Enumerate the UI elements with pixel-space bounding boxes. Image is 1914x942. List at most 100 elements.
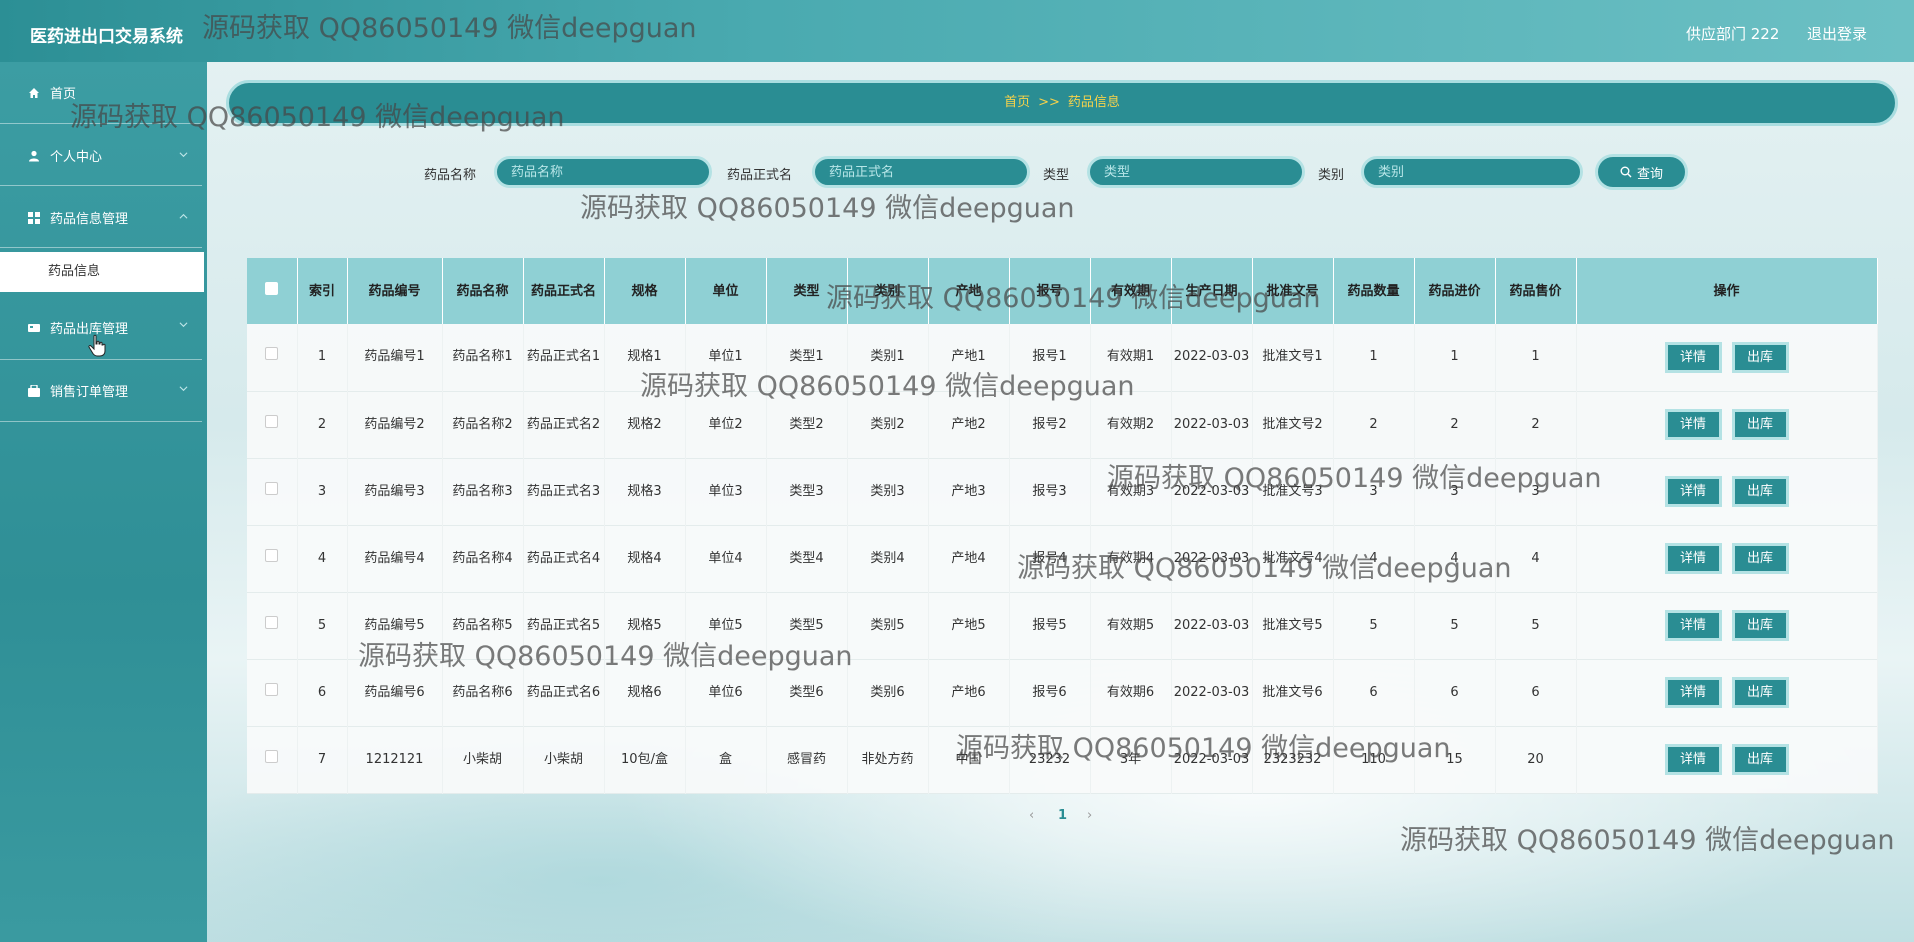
pagination-page-1[interactable]: 1	[1058, 808, 1067, 823]
sidebar-subitem-drug-info[interactable]: 药品信息	[0, 252, 204, 292]
table-cell: 规格6	[604, 659, 686, 726]
column-header: 索引	[297, 258, 348, 324]
row-checkbox[interactable]	[247, 659, 298, 726]
search-label-category: 类别	[1318, 168, 1345, 183]
table-cell: 2022-03-03	[1171, 458, 1253, 525]
table-cell: 2	[1333, 391, 1415, 458]
table-cell: 规格3	[604, 458, 686, 525]
search-input-type[interactable]	[1087, 156, 1305, 188]
detail-button[interactable]: 详情	[1664, 744, 1722, 775]
table-cell: 药品正式名5	[523, 592, 605, 659]
table-cell: 小柴胡	[523, 726, 605, 793]
search-label-formal-name: 药品正式名	[727, 168, 793, 183]
column-header: 药品编号	[347, 258, 443, 324]
detail-button[interactable]: 详情	[1664, 543, 1722, 574]
sidebar-item-drug-info[interactable]: 药品信息管理	[0, 188, 202, 248]
pagination-prev[interactable]: ‹	[1029, 808, 1034, 823]
table-cell: 药品正式名2	[523, 391, 605, 458]
search-input-formal-name[interactable]	[812, 156, 1030, 188]
column-header: 报号	[1009, 258, 1091, 324]
table-cell: 2323232	[1252, 726, 1334, 793]
search-button[interactable]: 查询	[1595, 154, 1688, 190]
column-header: 规格	[604, 258, 686, 324]
table-cell: 6	[1414, 659, 1496, 726]
table-cell: 4	[1333, 525, 1415, 592]
table-cell: 批准文号5	[1252, 592, 1334, 659]
grid-icon	[28, 211, 40, 224]
sidebar-item-sales-order[interactable]: 销售订单管理	[0, 360, 202, 422]
sidebar-item-label: 个人中心	[50, 150, 103, 165]
outbound-button[interactable]: 出库	[1731, 543, 1789, 574]
table-cell: 药品名称3	[442, 458, 524, 525]
row-actions: 详情 出库	[1576, 324, 1878, 391]
sidebar-item-personal[interactable]: 个人中心	[0, 126, 202, 186]
table-cell: 类别6	[847, 659, 929, 726]
table-cell: 5	[1414, 592, 1496, 659]
table-cell: 盒	[685, 726, 767, 793]
outbound-button[interactable]: 出库	[1731, 476, 1789, 507]
row-actions: 详情 出库	[1576, 726, 1878, 793]
table-cell: 报号2	[1009, 391, 1091, 458]
outbound-button[interactable]: 出库	[1731, 409, 1789, 440]
column-header: 类型	[766, 258, 848, 324]
search-input-category[interactable]	[1361, 156, 1583, 188]
detail-button[interactable]: 详情	[1664, 610, 1722, 641]
outbound-button[interactable]: 出库	[1731, 341, 1789, 373]
breadcrumb-home[interactable]: 首页	[1004, 95, 1030, 110]
table-cell: 药品正式名4	[523, 525, 605, 592]
table-cell: 7	[297, 726, 348, 793]
table-cell: 5	[1495, 592, 1577, 659]
watermark: 源码获取 QQ86050149 微信deepguan	[1400, 825, 1895, 856]
sidebar-item-label: 药品信息管理	[50, 212, 129, 227]
table-cell: 20	[1495, 726, 1577, 793]
breadcrumb: 首页 >> 药品信息	[226, 80, 1898, 126]
table-cell: 4	[1495, 525, 1577, 592]
table-cell: 小柴胡	[442, 726, 524, 793]
sidebar-item-label: 首页	[50, 87, 77, 102]
table-cell: 3	[297, 458, 348, 525]
sidebar-item-home[interactable]: 首页	[0, 62, 202, 124]
search-input-name[interactable]	[494, 156, 712, 188]
table-cell: 批准文号6	[1252, 659, 1334, 726]
column-header: 生产日期	[1171, 258, 1253, 324]
table-cell: 规格5	[604, 592, 686, 659]
row-checkbox[interactable]	[247, 592, 298, 659]
outbound-button[interactable]: 出库	[1731, 610, 1789, 641]
user-name[interactable]: 供应部门 222	[1686, 23, 1779, 44]
table-cell: 类型3	[766, 458, 848, 525]
table-cell: 有效期5	[1090, 592, 1172, 659]
row-checkbox[interactable]	[247, 458, 298, 525]
table-cell: 规格1	[604, 324, 686, 391]
table-cell: 批准文号1	[1252, 324, 1334, 391]
table-cell: 报号6	[1009, 659, 1091, 726]
detail-button[interactable]: 详情	[1664, 677, 1722, 708]
pagination-next[interactable]: ›	[1087, 808, 1092, 823]
table-cell: 3	[1495, 458, 1577, 525]
detail-button[interactable]: 详情	[1664, 409, 1722, 440]
row-checkbox[interactable]	[247, 726, 298, 793]
table-cell: 有效期4	[1090, 525, 1172, 592]
table-cell: 有效期6	[1090, 659, 1172, 726]
detail-button[interactable]: 详情	[1664, 341, 1722, 373]
row-checkbox[interactable]	[247, 391, 298, 458]
table-cell: 2022-03-03	[1171, 525, 1253, 592]
select-all-checkbox[interactable]	[247, 258, 298, 324]
table-cell: 有效期3	[1090, 458, 1172, 525]
table-cell: 2	[297, 391, 348, 458]
outbound-button[interactable]: 出库	[1731, 677, 1789, 708]
column-header: 批准文号	[1252, 258, 1334, 324]
table-cell: 2022-03-03	[1171, 659, 1253, 726]
outbound-button[interactable]: 出库	[1731, 744, 1789, 775]
table-cell: 报号5	[1009, 592, 1091, 659]
table-cell: 药品名称6	[442, 659, 524, 726]
app-title: 医药进出口交易系统	[30, 27, 183, 47]
detail-button[interactable]: 详情	[1664, 476, 1722, 507]
table-cell: 批准文号2	[1252, 391, 1334, 458]
row-checkbox[interactable]	[247, 324, 298, 391]
column-header: 药品进价	[1414, 258, 1496, 324]
logout-button[interactable]: 退出登录	[1807, 23, 1867, 44]
table-cell: 药品编号6	[347, 659, 443, 726]
table-cell: 药品名称2	[442, 391, 524, 458]
row-checkbox[interactable]	[247, 525, 298, 592]
table-cell: 4	[297, 525, 348, 592]
